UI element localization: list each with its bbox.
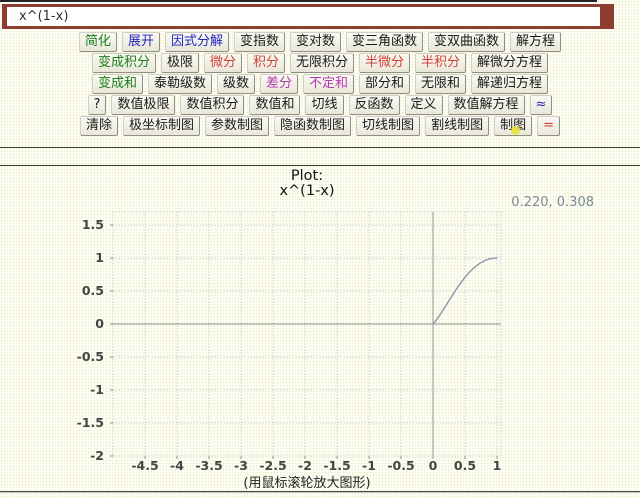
- differentiate-button[interactable]: 微分: [204, 53, 242, 73]
- difference-button[interactable]: 差分: [260, 74, 298, 94]
- taylor-series-button[interactable]: 泰勒级数: [148, 74, 212, 94]
- expand-button[interactable]: 展开: [122, 32, 160, 52]
- x-tick-label: 1: [493, 458, 502, 473]
- y-tick-label: -1: [90, 382, 104, 397]
- partial-sum-button[interactable]: 部分和: [359, 74, 410, 94]
- convert-to-integral-button[interactable]: 变成积分: [92, 53, 156, 73]
- y-tick-label: 0.5: [82, 283, 104, 298]
- convert-hyperbolic-button[interactable]: 变双曲函数: [428, 32, 505, 52]
- y-tick-label: -1.5: [77, 415, 104, 430]
- x-tick-label: -1.5: [323, 458, 350, 473]
- x-tick-label: -3.5: [195, 458, 222, 473]
- tangent-plot-button[interactable]: 切线制图: [356, 116, 420, 136]
- separator-lower: [0, 165, 640, 166]
- toolbar-row: ?数值极限数值积分数值和切线反函数定义数值解方程≈: [0, 95, 640, 115]
- series-button[interactable]: 级数: [217, 74, 255, 94]
- plot-button[interactable]: 制图: [494, 116, 532, 136]
- plot-caption: (用鼠标滚轮放大图形): [0, 472, 614, 491]
- x-tick-label: 0: [429, 458, 438, 473]
- definition-button[interactable]: 定义: [405, 95, 443, 115]
- infinite-integral-button[interactable]: 无限积分: [290, 53, 354, 73]
- bottom-divider: [0, 491, 640, 493]
- infinite-sum-button[interactable]: 无限和: [415, 74, 466, 94]
- y-tick-label: 1.5: [82, 217, 104, 232]
- solve-equation-button[interactable]: 解方程: [510, 32, 561, 52]
- help-button[interactable]: ?: [88, 95, 107, 115]
- secant-plot-button[interactable]: 割线制图: [425, 116, 489, 136]
- app-page: 简化展开因式分解变指数变对数变三角函数变双曲函数解方程变成积分极限微分积分无限积…: [0, 0, 640, 498]
- y-tick-label: -2: [90, 448, 104, 463]
- x-tick-label: 0.5: [454, 458, 476, 473]
- x-tick-label: -2.5: [259, 458, 286, 473]
- toolbar-row: 简化展开因式分解变指数变对数变三角函数变双曲函数解方程: [0, 32, 640, 52]
- y-tick-label: 0: [95, 316, 104, 331]
- x-tick-label: -4: [170, 458, 184, 473]
- semi-integrate-button[interactable]: 半积分: [415, 53, 466, 73]
- x-tick-label: -3: [234, 458, 248, 473]
- simplify-button[interactable]: 简化: [79, 32, 117, 52]
- polar-plot-button[interactable]: 极坐标制图: [123, 116, 200, 136]
- indefinite-sum-button[interactable]: 不定和: [303, 74, 354, 94]
- convert-logarithm-button[interactable]: 变对数: [290, 32, 341, 52]
- implicit-plot-button[interactable]: 隐函数制图: [274, 116, 351, 136]
- toolbar-row: 变成和泰勒级数级数差分不定和部分和无限和解递归方程: [0, 74, 640, 94]
- parametric-plot-button[interactable]: 参数制图: [205, 116, 269, 136]
- toolbar-row: 清除极坐标制图参数制图隐函数制图切线制图割线制图制图=: [0, 116, 640, 136]
- equals-button[interactable]: =: [537, 116, 560, 136]
- x-tick-label: -4.5: [131, 458, 158, 473]
- integrate-button[interactable]: 积分: [247, 53, 285, 73]
- convert-to-sum-button[interactable]: 变成和: [92, 74, 143, 94]
- clear-button[interactable]: 清除: [80, 116, 118, 136]
- inverse-function-button[interactable]: 反函数: [349, 95, 400, 115]
- solve-differential-equation-button[interactable]: 解微分方程: [471, 53, 548, 73]
- numeric-integral-button[interactable]: 数值积分: [180, 95, 244, 115]
- x-tick-label: -0.5: [387, 458, 414, 473]
- y-tick-label: -0.5: [77, 349, 104, 364]
- plot-title-line1: Plot:: [0, 169, 614, 184]
- x-tick-label: -1: [362, 458, 376, 473]
- approximate-button[interactable]: ≈: [530, 95, 553, 115]
- top-divider: [0, 0, 597, 2]
- convert-exponent-button[interactable]: 变指数: [234, 32, 285, 52]
- convert-trig-button[interactable]: 变三角函数: [346, 32, 423, 52]
- numeric-limit-button[interactable]: 数值极限: [111, 95, 175, 115]
- limit-button[interactable]: 极限: [161, 53, 199, 73]
- cursor-coordinates: 0.220, 0.308: [511, 195, 594, 210]
- plot-canvas[interactable]: [113, 212, 501, 456]
- tangent-button[interactable]: 切线: [305, 95, 343, 115]
- cursor-highlight: [511, 126, 520, 135]
- semi-differentiate-button[interactable]: 半微分: [359, 53, 410, 73]
- numeric-sum-button[interactable]: 数值和: [249, 95, 300, 115]
- separator-upper: [0, 147, 640, 148]
- solve-recurrence-button[interactable]: 解递归方程: [471, 74, 548, 94]
- factorize-button[interactable]: 因式分解: [165, 32, 229, 52]
- y-tick-label: 1: [95, 250, 104, 265]
- toolbar: 简化展开因式分解变指数变对数变三角函数变双曲函数解方程变成积分极限微分积分无限积…: [0, 32, 640, 137]
- toolbar-row: 变成积分极限微分积分无限积分半微分半积分解微分方程: [0, 53, 640, 73]
- numeric-solve-equation-button[interactable]: 数值解方程: [448, 95, 525, 115]
- x-tick-label: -2: [298, 458, 312, 473]
- expression-input[interactable]: [2, 4, 614, 29]
